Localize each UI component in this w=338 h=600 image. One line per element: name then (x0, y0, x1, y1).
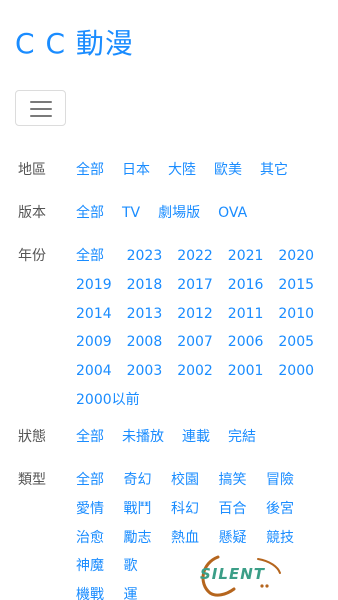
filter-option[interactable]: 劇場版 (158, 199, 200, 228)
filter-row-year: 年份 全部 2023 2022 2021 2020 2019 2018 2017… (0, 242, 338, 422)
filter-option[interactable]: 搞笑 (219, 466, 267, 495)
filter-option[interactable]: 機戰 (76, 581, 124, 600)
filter-option[interactable]: 未播放 (122, 423, 164, 452)
filter-row-genre: 類型 全部 奇幻 校園 搞笑 冒險 愛情 戰鬥 科幻 百合 後宮 治愈 勵志 熱… (0, 466, 338, 600)
filter-option[interactable]: 全部 (76, 156, 104, 185)
filter-option[interactable]: 科幻 (171, 495, 219, 524)
filter-option[interactable]: 2005 (278, 328, 329, 357)
filter-row-version: 版本 全部 TV 劇場版 OVA (0, 199, 338, 241)
filter-option[interactable]: 2019 (76, 271, 127, 300)
filter-option[interactable]: 2014 (76, 300, 127, 329)
filter-option[interactable]: 2009 (76, 328, 127, 357)
filter-option[interactable]: 2016 (228, 271, 279, 300)
filter-option[interactable]: 運 (124, 581, 172, 600)
filter-label-year: 年份 (18, 248, 46, 264)
filter-option[interactable]: 其它 (260, 156, 288, 185)
filter-option[interactable]: 日本 (122, 156, 150, 185)
filter-option[interactable]: 連載 (182, 423, 210, 452)
filter-option[interactable]: 2018 (127, 271, 178, 300)
filter-option[interactable]: 2010 (278, 300, 329, 329)
filter-option[interactable]: 2021 (228, 242, 279, 271)
filter-label-region: 地區 (18, 162, 46, 178)
filter-option[interactable]: TV (122, 199, 140, 228)
filter-option[interactable]: 2007 (177, 328, 228, 357)
filter-option[interactable]: 全部 (76, 423, 104, 452)
filter-options-status: 全部 未播放 連載 完結 (76, 423, 332, 452)
filter-option[interactable]: 競技 (266, 524, 314, 553)
filter-options-region: 全部 日本 大陸 歐美 其它 (76, 156, 332, 185)
filter-option[interactable]: 完結 (228, 423, 256, 452)
filter-row-region: 地區 全部 日本 大陸 歐美 其它 (0, 156, 338, 198)
silent-watermark: SILENT (196, 553, 286, 599)
filter-option[interactable]: 2020 (278, 242, 329, 271)
filter-option[interactable]: 2001 (228, 357, 279, 386)
filter-option[interactable]: 全部 (76, 199, 104, 228)
filter-option[interactable]: 勵志 (124, 524, 172, 553)
filter-option[interactable]: 後宮 (266, 495, 314, 524)
filter-option[interactable]: 冒險 (266, 466, 314, 495)
filter-option[interactable]: 神魔 (76, 552, 124, 581)
filter-panel: 地區 全部 日本 大陸 歐美 其它 版本 全部 TV 劇場版 OVA 年份 全部… (0, 156, 338, 600)
filter-option[interactable]: OVA (218, 199, 247, 228)
filter-option[interactable]: 愛情 (76, 495, 124, 524)
filter-option[interactable]: 2012 (177, 300, 228, 329)
filter-option[interactable]: 2008 (127, 328, 178, 357)
filter-option[interactable]: 治愈 (76, 524, 124, 553)
filter-option[interactable]: 2000 (278, 357, 329, 386)
filter-option[interactable]: 校園 (171, 466, 219, 495)
filter-option[interactable]: 2006 (228, 328, 279, 357)
filter-option[interactable]: 2022 (177, 242, 228, 271)
filter-option[interactable]: 2004 (76, 357, 127, 386)
filter-option[interactable]: 戰鬥 (124, 495, 172, 524)
filter-option[interactable]: 歐美 (214, 156, 242, 185)
filter-option[interactable]: 大陸 (168, 156, 196, 185)
filter-option[interactable]: 熱血 (171, 524, 219, 553)
filter-option[interactable]: 全部 (76, 466, 124, 495)
filter-option[interactable]: 2011 (228, 300, 279, 329)
filter-options-version: 全部 TV 劇場版 OVA (76, 199, 332, 228)
filter-option[interactable]: 2023 (127, 242, 178, 271)
brand-title[interactable]: C C 動漫 (15, 22, 134, 62)
filter-label-status: 狀態 (18, 429, 46, 445)
filter-options-year: 全部 2023 2022 2021 2020 2019 2018 2017 20… (76, 242, 332, 415)
navbar-toggle-button[interactable] (15, 90, 66, 126)
filter-option[interactable]: 奇幻 (124, 466, 172, 495)
filter-label-version: 版本 (18, 205, 46, 221)
watermark-text: SILENT (200, 565, 265, 583)
filter-option[interactable]: 2015 (278, 271, 329, 300)
filter-option[interactable]: 2003 (127, 357, 178, 386)
filter-label-genre: 類型 (18, 472, 46, 488)
filter-option[interactable]: 2000以前 (76, 386, 140, 415)
filter-option[interactable]: 全部 (76, 242, 127, 271)
filter-option[interactable]: 懸疑 (219, 524, 267, 553)
filter-option[interactable]: 2017 (177, 271, 228, 300)
filter-row-status: 狀態 全部 未播放 連載 完結 (0, 423, 338, 465)
filter-option[interactable]: 2013 (127, 300, 178, 329)
filter-option[interactable]: 2002 (177, 357, 228, 386)
filter-option[interactable]: 百合 (219, 495, 267, 524)
